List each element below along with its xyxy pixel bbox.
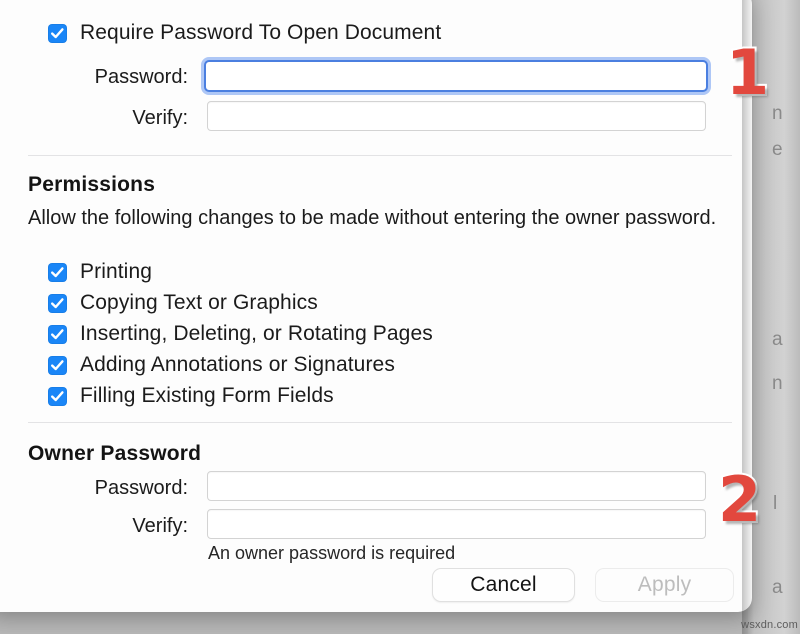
checkmark-icon [51, 297, 64, 308]
open-password-input[interactable] [204, 60, 708, 92]
encryption-settings-dialog: Require Password To Open Document Passwo… [0, 0, 752, 612]
permission-row-form-fields[interactable]: Filling Existing Form Fields [48, 384, 334, 408]
owner-password-heading: Owner Password [28, 442, 202, 465]
apply-button[interactable]: Apply [595, 568, 734, 602]
checkmark-icon [51, 359, 64, 370]
watermark: wsxdn.com [741, 619, 798, 631]
divider-owner-password [28, 422, 732, 423]
permission-label-inserting: Inserting, Deleting, or Rotating Pages [80, 322, 433, 345]
background-text-fragment: e [772, 139, 783, 160]
cancel-button[interactable]: Cancel [432, 568, 575, 602]
owner-password-label: Password: [94, 477, 188, 499]
permission-checkbox-annotations[interactable] [48, 355, 67, 375]
owner-password-required-hint: An owner password is required [208, 543, 456, 563]
annotation-number-2: 2 [716, 463, 763, 536]
require-password-checkbox-row[interactable]: Require Password To Open Document [48, 21, 441, 45]
permission-label-annotations: Adding Annotations or Signatures [80, 353, 395, 376]
permission-label-copying: Copying Text or Graphics [80, 291, 318, 314]
permission-checkbox-copying[interactable] [48, 293, 67, 313]
annotation-number-1: 1 [724, 36, 771, 109]
checkmark-icon [51, 27, 64, 38]
require-password-checkbox[interactable] [48, 23, 67, 43]
checkmark-icon [51, 266, 64, 277]
open-verify-input[interactable] [207, 101, 706, 131]
permission-checkbox-printing[interactable] [48, 262, 67, 282]
background-text-fragment: a [772, 577, 783, 598]
permissions-heading: Permissions [28, 173, 156, 196]
background-text-fragment: n [772, 373, 783, 394]
background-text-fragment: a [772, 329, 783, 350]
owner-verify-input[interactable] [207, 509, 706, 539]
checkmark-icon [51, 390, 64, 401]
owner-password-input[interactable] [207, 471, 706, 501]
permission-checkbox-inserting[interactable] [48, 324, 67, 344]
permissions-description: Allow the following changes to be made w… [28, 207, 717, 229]
permission-row-copying[interactable]: Copying Text or Graphics [48, 291, 318, 315]
checkmark-icon [51, 328, 64, 339]
open-verify-label: Verify: [132, 107, 188, 129]
screen: n e a n l a Require Password To Open Doc… [0, 0, 800, 634]
background-text-fragment: n [772, 103, 783, 124]
permission-label-form-fields: Filling Existing Form Fields [80, 384, 334, 407]
permission-row-inserting[interactable]: Inserting, Deleting, or Rotating Pages [48, 322, 433, 346]
open-password-label: Password: [94, 66, 188, 88]
permission-row-printing[interactable]: Printing [48, 260, 152, 284]
permission-row-annotations[interactable]: Adding Annotations or Signatures [48, 353, 395, 377]
permission-label-printing: Printing [80, 260, 153, 283]
require-password-checkbox-label: Require Password To Open Document [80, 21, 442, 44]
divider-permissions [28, 155, 732, 156]
permission-checkbox-form-fields[interactable] [48, 386, 67, 406]
owner-verify-label: Verify: [132, 515, 188, 537]
background-text-fragment: l [773, 493, 778, 514]
